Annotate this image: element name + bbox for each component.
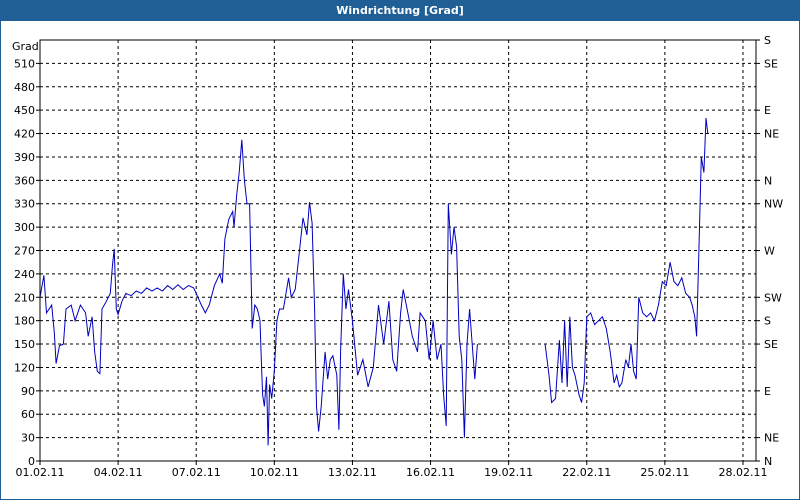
axis-ticks: 0306090120150180210240270300330360390420… [14,34,783,479]
compass-label: W [764,245,775,258]
y-tick-label: 150 [14,338,35,351]
y-tick-label: 420 [14,128,35,141]
y-axis-label: Grad [12,40,39,53]
y-tick-label: 240 [14,268,35,281]
wind-direction-chart: Grad 03060901201501802102402703003303603… [12,34,783,479]
y-tick-label: 330 [14,198,35,211]
compass-label: N [764,455,772,468]
y-tick-label: 180 [14,315,35,328]
series-line [544,117,709,404]
x-tick-label: 19.02.11 [484,466,533,479]
compass-label: E [764,104,771,117]
y-tick-label: 300 [14,221,35,234]
x-tick-label: 01.02.11 [16,466,65,479]
x-tick-label: 10.02.11 [250,466,299,479]
compass-label: SE [764,338,778,351]
y-tick-label: 60 [21,408,35,421]
x-tick-label: 25.02.11 [640,466,689,479]
x-tick-label: 28.02.11 [718,466,767,479]
x-tick-label: 16.02.11 [406,466,455,479]
compass-label: S [764,315,771,328]
y-tick-label: 510 [14,57,35,70]
x-tick-label: 04.02.11 [94,466,143,479]
y-tick-label: 390 [14,151,35,164]
compass-label: NW [764,198,783,211]
compass-label: NE [764,432,779,445]
grid [40,40,756,461]
y-tick-label: 120 [14,361,35,374]
compass-label: SW [764,291,782,304]
y-tick-label: 360 [14,174,35,187]
x-tick-label: 13.02.11 [328,466,377,479]
y-tick-label: 450 [14,104,35,117]
compass-label: S [764,34,771,47]
y-tick-label: 90 [21,385,35,398]
plot-area [39,117,709,446]
compass-label: SE [764,57,778,70]
x-tick-label: 07.02.11 [172,466,221,479]
series-line [39,139,478,446]
x-tick-label: 22.02.11 [562,466,611,479]
compass-label: N [764,174,772,187]
compass-label: NE [764,128,779,141]
y-tick-label: 30 [21,432,35,445]
y-tick-label: 480 [14,81,35,94]
y-tick-label: 210 [14,291,35,304]
y-tick-label: 270 [14,245,35,258]
compass-label: E [764,385,771,398]
